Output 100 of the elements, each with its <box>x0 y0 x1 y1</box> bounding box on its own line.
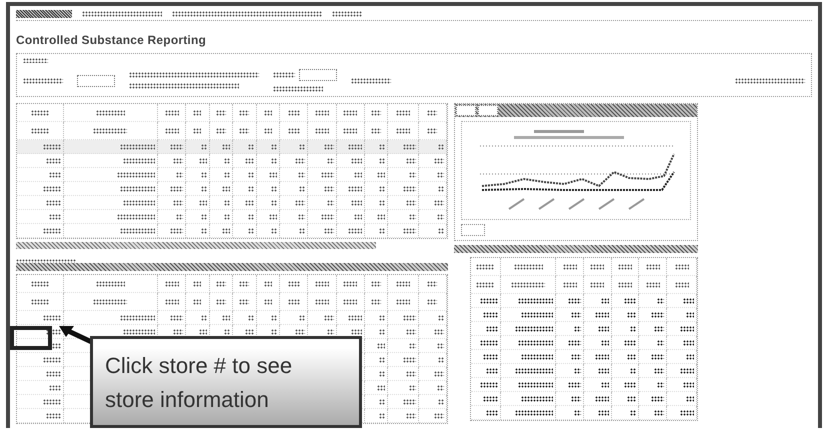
illegible-text <box>518 382 554 388</box>
tab[interactable] <box>478 105 498 116</box>
illegible-text <box>379 186 386 192</box>
illegible-text <box>200 228 207 234</box>
tab[interactable] <box>456 105 476 116</box>
illegible-text <box>379 314 386 320</box>
illegible-text <box>299 144 306 150</box>
illegible-text <box>486 410 498 416</box>
illegible-text <box>46 158 61 164</box>
illegible-text <box>618 282 632 288</box>
illegible-text <box>120 186 155 192</box>
illegible-text <box>173 200 184 206</box>
illegible-text <box>427 110 438 116</box>
illegible-text <box>326 328 334 334</box>
illegible-text <box>295 328 306 334</box>
illegible-text[interactable] <box>332 11 362 17</box>
illegible-text <box>674 282 688 288</box>
illegible-text <box>42 228 61 234</box>
illegible-text <box>354 172 362 178</box>
illegible-text <box>654 326 664 332</box>
illegible-text <box>299 186 306 192</box>
illegible-text <box>120 228 155 234</box>
illegible-text <box>193 280 202 286</box>
illegible-text <box>406 328 416 334</box>
illegible-text <box>348 186 362 192</box>
illegible-text <box>30 110 49 116</box>
illegible-text <box>396 110 410 116</box>
illegible-text <box>248 144 254 150</box>
illegible-text <box>598 410 609 416</box>
illegible-text <box>176 172 184 178</box>
illegible-text <box>438 356 444 362</box>
illegible-text <box>295 158 306 164</box>
illegible-text <box>170 144 184 150</box>
illegible-text <box>350 200 362 206</box>
illegible-text <box>120 314 155 320</box>
illegible-text <box>116 172 155 178</box>
illegible-text <box>350 158 362 164</box>
illegible-text <box>630 326 636 332</box>
illegible-text <box>264 298 272 304</box>
illegible-text <box>354 214 362 220</box>
illegible-text <box>600 382 609 388</box>
illegible-text <box>170 186 184 192</box>
illegible-text <box>654 368 664 374</box>
illegible-text <box>120 144 155 150</box>
button[interactable] <box>461 224 485 236</box>
illegible-text <box>298 172 306 178</box>
illegible-text <box>511 282 546 288</box>
illegible-text <box>248 228 254 234</box>
illegible-text <box>515 326 554 332</box>
illegible-text <box>379 356 386 362</box>
illegible-text <box>594 396 609 402</box>
illegible-text <box>248 186 254 192</box>
illegible-text <box>657 382 664 388</box>
illegible-text <box>518 298 554 304</box>
illegible-text <box>324 144 334 150</box>
illegible-text <box>193 128 202 134</box>
illegible-text <box>116 214 155 220</box>
illegible-text[interactable] <box>82 11 162 17</box>
illegible-text <box>562 264 577 270</box>
illegible-text <box>521 354 554 360</box>
illegible-text <box>343 298 358 304</box>
scroll-bar[interactable] <box>16 242 376 249</box>
illegible-text <box>437 384 444 390</box>
illegible-text <box>476 282 494 288</box>
illegible-text <box>343 128 358 134</box>
illegible-text <box>42 144 61 150</box>
illegible-text <box>568 382 581 388</box>
illegible-text <box>651 396 664 402</box>
illegible-text[interactable] <box>172 11 322 17</box>
illegible-text <box>437 342 444 348</box>
illegible-text <box>514 264 543 270</box>
illegible-text <box>314 128 329 134</box>
illegible-text <box>320 214 334 220</box>
illegible-text <box>271 186 278 192</box>
illegible-text <box>682 340 694 346</box>
illegible-text <box>23 78 63 84</box>
dropdown[interactable] <box>299 69 337 81</box>
illegible-text <box>200 144 207 150</box>
illegible-text <box>93 128 128 134</box>
illegible-text <box>348 314 362 320</box>
illegible-text <box>239 128 250 134</box>
illegible-text <box>200 186 207 192</box>
illegible-text <box>476 264 494 270</box>
illegible-text <box>30 298 49 304</box>
illegible-text <box>299 228 306 234</box>
illegible-text <box>295 200 306 206</box>
illegible-text <box>480 298 498 304</box>
illegible-text <box>348 144 362 150</box>
illegible-text <box>402 356 416 362</box>
illegible-text <box>42 314 61 320</box>
illegible-text <box>406 200 416 206</box>
dropdown[interactable] <box>77 74 115 86</box>
illegible-text <box>271 144 278 150</box>
illegible-text <box>521 396 554 402</box>
illegible-text <box>264 110 272 116</box>
illegible-text <box>164 298 179 304</box>
illegible-text <box>379 398 386 404</box>
illegible-text <box>482 312 498 318</box>
illegible-text <box>200 314 207 320</box>
illegible-text <box>348 228 362 234</box>
